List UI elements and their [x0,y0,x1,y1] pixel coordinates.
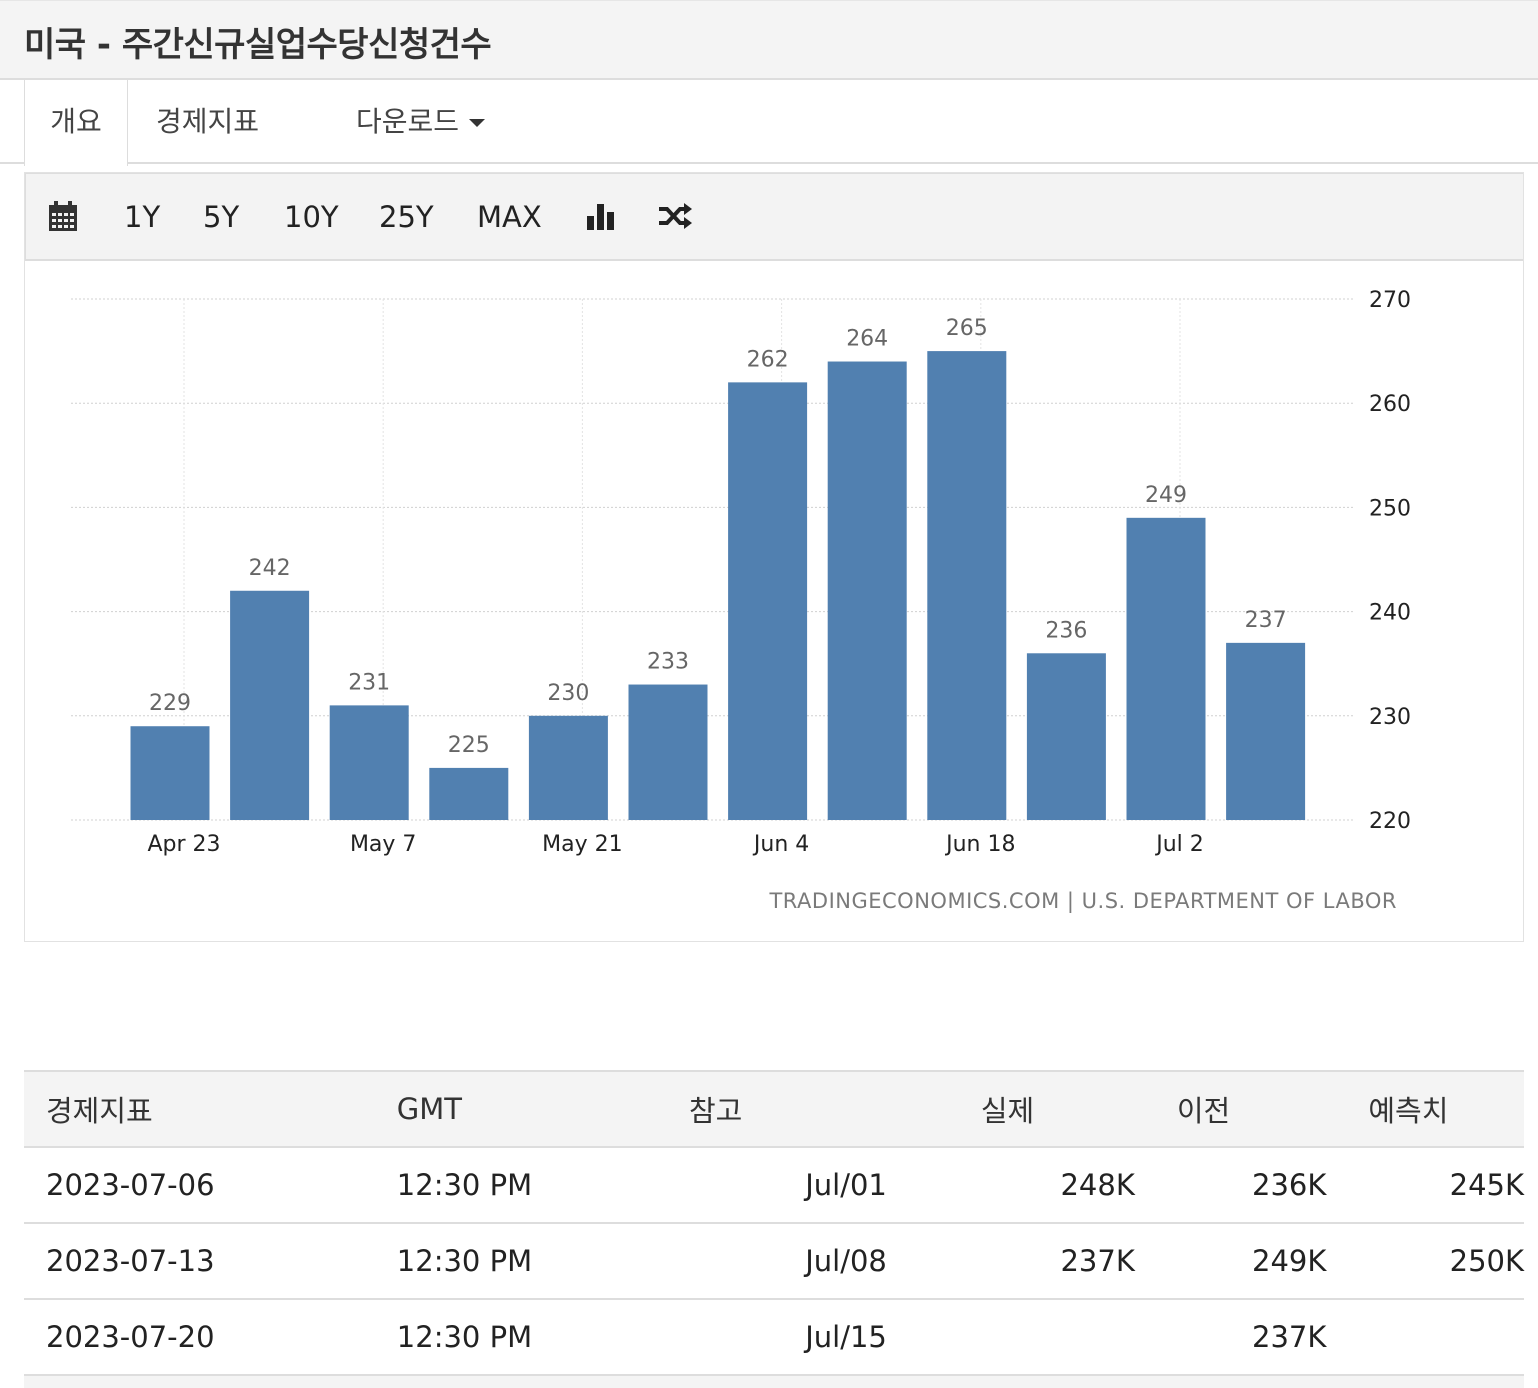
cell-previous: 249K [1134,1223,1327,1300]
cell-actual [886,1299,1135,1376]
chart-toolbar: 1Y 5Y 10Y 25Y MAX [25,173,1523,261]
cell-date: 2023-07-13 [24,1223,375,1300]
y-tick-label: 270 [1369,288,1411,313]
x-tick-label: May 7 [350,832,416,857]
bar-chart: 220 230 240 250 260 270 Apr 23 May 7 May 21 Jun 4… [71,288,1411,857]
cell-previous: 236K [1134,1147,1327,1224]
bar [1226,642,1306,820]
x-tick-label: Jul 2 [1154,832,1204,857]
bar-data-label: 231 [348,670,390,695]
bar-data-label: 262 [747,347,789,372]
bar [728,382,808,820]
bar-data-label: 225 [448,733,490,758]
x-tick-label: May 21 [542,832,622,857]
tab-overview[interactable]: 개요 [24,80,128,166]
bar-data-label: 229 [149,691,191,716]
table-header-row: 경제지표 GMT 참고 실제 이전 예측치 [24,1070,1524,1148]
bar [130,726,210,820]
cell-date: 2023-07-06 [24,1147,375,1224]
cell-gmt: 12:30 PM [374,1147,647,1224]
chart-panel: 1Y 5Y 10Y 25Y MAX 220 230 240 250 260 270 Apr … [24,172,1524,942]
cell-actual: 248K [886,1147,1135,1224]
y-tick-label: 220 [1369,809,1411,834]
table-row[interactable]: 2023-07-13 12:30 PM Jul/08 237K 249K 250… [24,1223,1524,1300]
cell-forecast: 245K [1326,1147,1524,1224]
bar-data-label: 242 [249,556,291,581]
bar [429,767,509,820]
cell-gmt: 12:30 PM [374,1223,647,1300]
tab-indicators[interactable]: 경제지표 [156,80,259,164]
bar [230,590,310,820]
page-title: 미국 - 주간신규실업수당신청건수 [24,25,492,65]
bar-data-label: 230 [547,681,589,706]
col-header-actual[interactable]: 실제 [886,1070,1135,1148]
cell-previous: 237K [1134,1299,1327,1376]
bar-data-label: 265 [946,316,988,341]
bar [927,351,1007,820]
shuffle-icon[interactable] [658,200,694,236]
cell-forecast: 250K [1326,1223,1524,1300]
tab-download-label: 다운로드 [356,105,460,138]
table-row[interactable]: 2023-07-20 12:30 PM Jul/15 237K [24,1299,1524,1376]
bar-data-label: 236 [1045,618,1087,643]
bar [528,715,608,820]
bar-chart-icon[interactable] [586,200,616,236]
cell-forecast [1326,1299,1524,1376]
range-max-button[interactable]: MAX [477,200,542,234]
tab-bar: 개요 경제지표 다운로드 [0,80,1538,166]
calendar-icon[interactable] [48,200,78,236]
range-1y-button[interactable]: 1Y [124,200,160,234]
chart-source: TRADINGECONOMICS.COM | U.S. DEPARTMENT O… [769,889,1397,913]
x-tick-label: Apr 23 [147,832,220,857]
y-tick-label: 260 [1369,392,1411,417]
table-row[interactable]: 2023-07-06 12:30 PM Jul/01 248K 236K 245… [24,1147,1524,1224]
cell-reference: Jul/08 [646,1223,887,1300]
bar [827,361,907,820]
y-tick-label: 240 [1369,601,1411,626]
col-header-indicator[interactable]: 경제지표 [24,1070,375,1148]
bar-data-label: 233 [647,650,689,675]
bar [628,684,708,820]
col-header-gmt[interactable]: GMT [374,1070,647,1148]
bar [1126,517,1206,820]
range-10y-button[interactable]: 10Y [284,200,339,234]
range-5y-button[interactable]: 5Y [203,200,239,234]
range-25y-button[interactable]: 25Y [379,200,434,234]
col-header-previous[interactable]: 이전 [1134,1070,1327,1148]
caret-down-icon [469,119,486,127]
bar-data-label: 249 [1145,483,1187,508]
cell-gmt: 12:30 PM [374,1299,647,1376]
bar [1026,653,1106,820]
bar [329,705,409,820]
y-tick-label: 230 [1369,705,1411,730]
title-bar: 미국 - 주간신규실업수당신청건수 [0,0,1538,80]
tab-download[interactable]: 다운로드 [356,80,486,164]
col-header-forecast[interactable]: 예측치 [1326,1070,1524,1148]
bar-data-label: 237 [1245,608,1287,633]
cell-reference: Jul/01 [646,1147,887,1224]
cell-actual: 237K [886,1223,1135,1300]
table-row-partial [24,1375,1524,1388]
cell-date: 2023-07-20 [24,1299,375,1376]
x-tick-label: Jun 18 [944,832,1015,857]
cell-reference: Jul/15 [646,1299,887,1376]
x-tick-label: Jun 4 [752,832,809,857]
calendar-table: 경제지표 GMT 참고 실제 이전 예측치 2023-07-06 12:30 P… [24,1070,1524,1388]
col-header-reference[interactable]: 참고 [646,1070,887,1148]
bar-data-label: 264 [846,327,888,352]
y-tick-label: 250 [1369,496,1411,521]
